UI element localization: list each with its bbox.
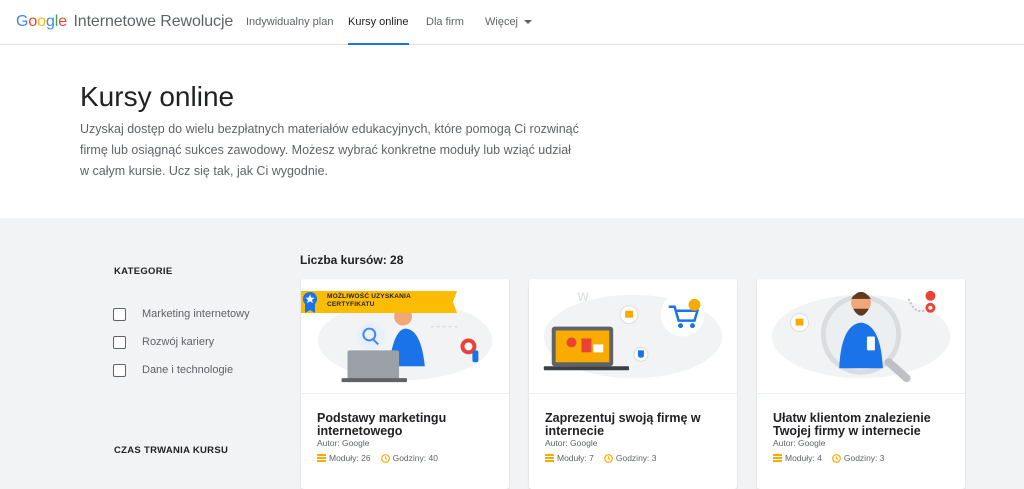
category-filter-heading: KATEGORIE — [114, 266, 173, 277]
svg-text:W: W — [577, 290, 589, 304]
course-modules: Moduły: 7 — [557, 453, 594, 463]
nav-more[interactable]: Więcej — [485, 0, 533, 45]
top-navigation-bar: Google Internetowe Rewolucje Indywidualn… — [0, 0, 1024, 45]
course-modules: Moduły: 26 — [329, 453, 371, 463]
category-filter-career[interactable]: Rozwój kariery — [113, 334, 214, 350]
nav-for-business[interactable]: Dla firm — [426, 0, 464, 45]
hero-section: Kursy online Uzyskaj dostęp do wielu bez… — [0, 45, 1024, 218]
course-author: Autor: Google — [317, 438, 370, 448]
course-title[interactable]: Podstawy marketingu internetowego — [317, 412, 502, 438]
logo-letter: G — [16, 13, 29, 30]
course-title[interactable]: Ułatw klientom znalezienie Twojej firmy … — [773, 412, 958, 438]
course-meta: Moduły: 7 Godziny: 3 — [545, 453, 657, 463]
nav-individual-plan[interactable]: Indywidualny plan — [246, 0, 333, 45]
course-hours: Godziny: 40 — [392, 453, 438, 463]
category-filter-marketing[interactable]: Marketing internetowy — [113, 306, 250, 322]
site-logo[interactable]: Google Internetowe Rewolucje — [16, 13, 233, 31]
checkbox[interactable] — [113, 363, 126, 377]
category-label: Marketing internetowy — [142, 308, 250, 320]
clock-icon — [380, 453, 390, 463]
nav-online-courses[interactable]: Kursy online — [348, 0, 409, 45]
course-illustration-search — [757, 279, 965, 394]
course-author: Autor: Google — [773, 438, 826, 448]
logo-letter: o — [37, 13, 46, 30]
clock-icon — [603, 453, 613, 463]
caret-down-icon — [524, 20, 533, 25]
course-illustration-presentation: W — [529, 279, 737, 394]
course-meta: Moduły: 26 Godziny: 40 — [317, 453, 438, 463]
course-meta: Moduły: 4 Godziny: 3 — [773, 453, 885, 463]
checkbox[interactable] — [113, 307, 126, 321]
page-title: Kursy online — [80, 81, 235, 112]
site-name: Internetowe Rewolucje — [73, 13, 234, 30]
course-card[interactable]: MOŻLIWOŚĆ UZYSKANIA CERTYFIKATU Podstawy… — [301, 279, 509, 489]
course-card[interactable]: W Zaprezentuj swoją firmę w internecie A… — [529, 279, 737, 489]
clock-icon — [831, 453, 841, 463]
page-description: Uzyskaj dostęp do wielu bezpłatnych mate… — [80, 122, 579, 178]
course-hours: Godziny: 3 — [843, 453, 885, 463]
checkbox[interactable] — [113, 335, 126, 349]
course-modules: Moduły: 4 — [785, 453, 822, 463]
course-count: Liczba kursów: 28 — [300, 253, 404, 267]
duration-filter-heading: CZAS TRWANIA KURSU — [114, 445, 229, 456]
modules-icon — [317, 454, 326, 462]
modules-icon — [545, 454, 554, 462]
nav-more-label: Więcej — [485, 16, 519, 28]
course-card[interactable]: Ułatw klientom znalezienie Twojej firmy … — [757, 279, 965, 489]
logo-letter: e — [58, 13, 68, 30]
course-hours: Godziny: 3 — [615, 453, 657, 463]
category-label: Dane i technologie — [142, 364, 234, 376]
modules-icon — [773, 454, 782, 462]
category-label: Rozwój kariery — [142, 336, 215, 348]
logo-letter: o — [28, 13, 38, 30]
logo-letter: g — [45, 13, 55, 30]
category-filter-data-tech[interactable]: Dane i technologie — [113, 362, 233, 378]
google-wordmark: Google — [16, 13, 67, 30]
course-title[interactable]: Zaprezentuj swoją firmę w internecie — [545, 412, 730, 438]
certificate-ribbon-label: MOŻLIWOŚĆ UZYSKANIA CERTYFIKATU — [327, 293, 411, 308]
course-author: Autor: Google — [545, 438, 598, 448]
